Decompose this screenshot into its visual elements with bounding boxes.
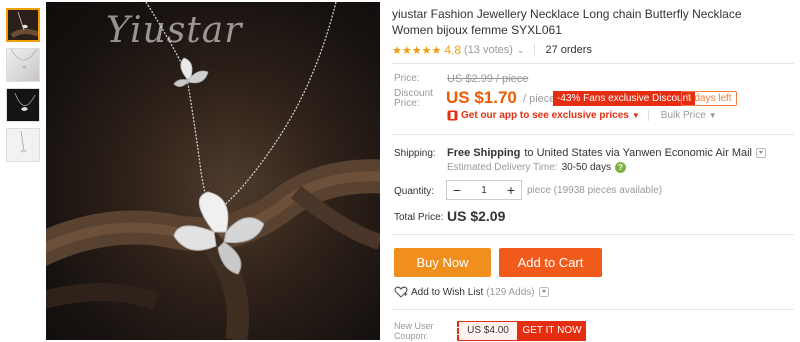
divider [647, 110, 649, 121]
chevron-down-icon[interactable]: ▼ [632, 111, 640, 120]
get-coupon-button[interactable]: GET IT NOW [518, 321, 586, 341]
thumbnail-2-image [10, 49, 38, 69]
quantity-input[interactable]: 1 [467, 185, 501, 196]
wish-list-dropdown-icon[interactable] [538, 287, 549, 297]
shipping-info: Free Shipping to United States via Yanwe… [447, 147, 766, 159]
delivery-estimate: Estimated Delivery Time: 30-50 days ? [447, 162, 627, 173]
heart-icon[interactable] [394, 286, 408, 298]
product-title: yiustar Fashion Jewellery Necklace Long … [392, 7, 742, 37]
wish-list-row: Add to Wish List (129 Adds) [394, 286, 549, 298]
days-left-badge: 3 days left [681, 91, 737, 106]
star-rating-icon: ★★★★★ [392, 44, 442, 57]
total-price-value: US $2.09 [447, 208, 506, 224]
quantity-label: Quantity: [394, 186, 435, 197]
section-divider [392, 134, 794, 135]
rating-value: 4.8 [444, 43, 461, 57]
delivery-days: 30-50 days [561, 162, 612, 173]
coupon-label: New User Coupon: [394, 321, 434, 341]
rating-row: ★★★★★ 4.8 (13 votes) ⌄ 27 orders [392, 42, 792, 58]
quantity-increase-button[interactable]: + [501, 181, 521, 199]
wish-list-count: (129 Adds) [486, 286, 535, 298]
votes-link[interactable]: (13 votes) [464, 44, 513, 56]
buy-now-button[interactable]: Buy Now [394, 248, 491, 277]
thumbnail-4-image [20, 130, 27, 153]
quantity-available: piece (19938 pieces available) [527, 185, 663, 196]
section-divider [392, 234, 794, 235]
thumbnail-2[interactable] [6, 48, 40, 82]
product-info: yiustar Fashion Jewellery Necklace Long … [392, 6, 792, 58]
per-piece-label: / piece [523, 93, 556, 105]
current-price: US $1.70 [446, 88, 517, 107]
price-label: Price: [394, 73, 420, 84]
divider [534, 44, 536, 56]
chevron-down-icon[interactable]: ⌄ [517, 45, 525, 56]
coupon-label-line2: Coupon: [394, 331, 429, 341]
coupon-label-line1: New User [394, 321, 434, 331]
chevron-down-icon[interactable]: ▼ [709, 111, 717, 120]
section-divider [392, 63, 794, 64]
app-promo-row: Get our app to see exclusive prices ▼ Bu… [447, 110, 717, 121]
free-shipping-text: Free Shipping [447, 147, 521, 159]
discount-badge: -43% Fans exclusive Discount [553, 91, 695, 106]
coupon-amount: US $4.00 [457, 321, 518, 341]
product-photo [46, 2, 380, 340]
thumbnail-strip [6, 8, 40, 168]
mobile-app-icon [447, 110, 458, 121]
add-to-wish-list-link[interactable]: Add to Wish List [411, 287, 483, 298]
shipping-destination: to United States via Yanwen Economic Air… [524, 147, 752, 159]
quantity-stepper: − 1 + [446, 180, 522, 200]
thumbnail-3-image [14, 92, 36, 111]
help-icon[interactable]: ? [615, 162, 627, 173]
delivery-label: Estimated Delivery Time: [447, 162, 558, 173]
orders-count: 27 orders [545, 44, 592, 56]
shipping-label: Shipping: [394, 148, 436, 159]
shipping-dropdown-icon[interactable] [756, 148, 766, 158]
section-divider [392, 309, 794, 310]
quantity-decrease-button[interactable]: − [447, 181, 467, 199]
discount-label-line2: Price: [394, 98, 420, 109]
thumbnail-1-image [8, 10, 38, 40]
app-exclusive-link[interactable]: Get our app to see exclusive prices [461, 110, 629, 121]
thumbnail-3[interactable] [6, 88, 40, 122]
add-to-cart-button[interactable]: Add to Cart [499, 248, 602, 277]
bulk-price-dropdown[interactable]: Bulk Price [661, 110, 706, 121]
original-price: US $2.99 / piece [447, 73, 529, 85]
thumbnail-1[interactable] [6, 8, 40, 42]
thumbnail-4[interactable] [6, 128, 40, 162]
brand-watermark: Yiustar [106, 10, 243, 51]
main-product-image[interactable]: Yiustar [46, 2, 380, 340]
total-price-label: Total Price: [394, 212, 444, 223]
